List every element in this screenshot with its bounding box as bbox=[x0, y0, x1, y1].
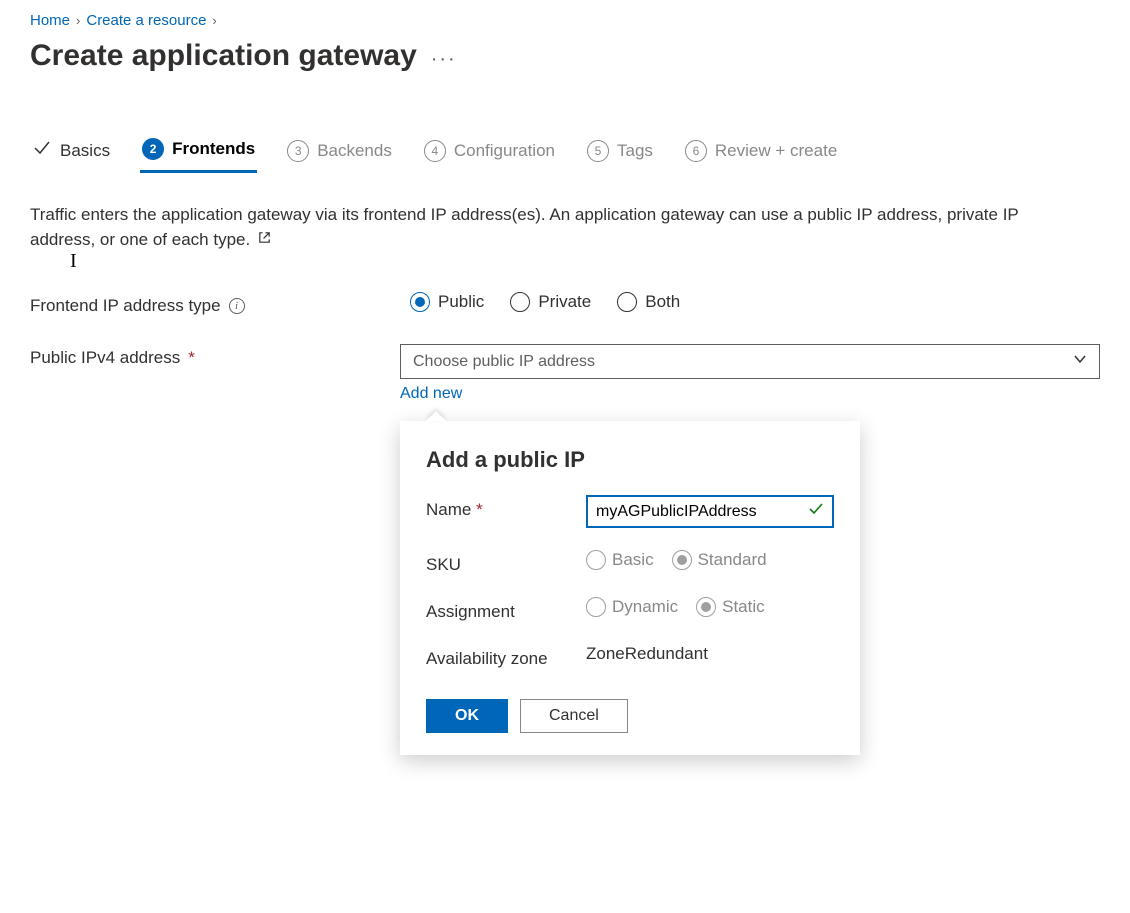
tab-review-create[interactable]: 6 Review + create bbox=[683, 132, 839, 173]
chevron-right-icon: › bbox=[212, 13, 216, 28]
radio-label: Static bbox=[722, 597, 765, 617]
radio-label: Public bbox=[438, 292, 484, 312]
tab-configuration[interactable]: 4 Configuration bbox=[422, 132, 557, 173]
tab-number: 5 bbox=[587, 140, 609, 162]
popover-add-public-ip: Add a public IP Name * bbox=[400, 421, 860, 755]
radio-assignment-dynamic: Dynamic bbox=[586, 597, 678, 617]
popover-label-az: Availability zone bbox=[426, 644, 586, 669]
popover-label-name: Name * bbox=[426, 495, 586, 520]
radio-icon bbox=[586, 597, 606, 617]
tab-label: Frontends bbox=[172, 139, 255, 159]
radio-private[interactable]: Private bbox=[510, 292, 591, 312]
link-add-new[interactable]: Add new bbox=[400, 385, 462, 403]
popover-title: Add a public IP bbox=[426, 447, 834, 473]
radio-icon bbox=[586, 550, 606, 570]
popover-label-assignment: Assignment bbox=[426, 597, 586, 622]
description-text: Traffic enters the application gateway v… bbox=[30, 205, 1018, 249]
required-indicator: * bbox=[188, 348, 195, 368]
select-public-ip[interactable]: Choose public IP address bbox=[400, 344, 1100, 379]
radio-icon bbox=[696, 597, 716, 617]
popover-label-sku: SKU bbox=[426, 550, 586, 575]
external-link-icon[interactable] bbox=[257, 228, 272, 253]
label-text: Name bbox=[426, 500, 471, 519]
tab-number: 2 bbox=[142, 138, 164, 160]
label-text: Frontend IP address type bbox=[30, 296, 221, 316]
value-availability-zone: ZoneRedundant bbox=[586, 644, 708, 663]
radio-assignment-static: Static bbox=[696, 597, 765, 617]
radio-label: Both bbox=[645, 292, 680, 312]
wizard-tabs: Basics 2 Frontends 3 Backends 4 Configur… bbox=[30, 132, 1100, 173]
radio-icon bbox=[672, 550, 692, 570]
cancel-button[interactable]: Cancel bbox=[520, 699, 628, 733]
radio-group-frontend-ip-type: Public Private Both bbox=[410, 292, 1100, 312]
ok-button[interactable]: OK bbox=[426, 699, 508, 733]
radio-label: Private bbox=[538, 292, 591, 312]
breadcrumb-create-resource[interactable]: Create a resource bbox=[86, 12, 206, 29]
radio-label: Standard bbox=[698, 550, 767, 570]
radio-public[interactable]: Public bbox=[410, 292, 484, 312]
radio-label: Dynamic bbox=[612, 597, 678, 617]
tab-number: 3 bbox=[287, 140, 309, 162]
page-title: Create application gateway bbox=[30, 39, 417, 73]
more-icon[interactable]: ··· bbox=[431, 48, 457, 70]
tab-backends[interactable]: 3 Backends bbox=[285, 132, 394, 173]
radio-group-sku: Basic Standard bbox=[586, 550, 834, 570]
tab-label: Basics bbox=[60, 141, 110, 161]
breadcrumb: Home › Create a resource › bbox=[30, 12, 1100, 29]
chevron-right-icon: › bbox=[76, 13, 80, 28]
label-public-ipv4: Public IPv4 address * bbox=[30, 344, 400, 368]
tab-label: Review + create bbox=[715, 141, 837, 161]
radio-icon bbox=[510, 292, 530, 312]
radio-icon bbox=[410, 292, 430, 312]
tab-label: Tags bbox=[617, 141, 653, 161]
input-public-ip-name[interactable] bbox=[596, 503, 808, 521]
radio-icon bbox=[617, 292, 637, 312]
popover-row-name: Name * bbox=[426, 495, 834, 528]
radio-label: Basic bbox=[612, 550, 654, 570]
frontends-form: Frontend IP address type i Public Privat… bbox=[30, 292, 1100, 403]
tab-frontends[interactable]: 2 Frontends bbox=[140, 132, 257, 173]
info-icon[interactable]: i bbox=[229, 298, 245, 314]
popover-row-sku: SKU Basic Standard bbox=[426, 550, 834, 575]
tab-tags[interactable]: 5 Tags bbox=[585, 132, 655, 173]
tab-description: Traffic enters the application gateway v… bbox=[30, 203, 1050, 252]
label-text: Public IPv4 address bbox=[30, 348, 180, 368]
row-public-ipv4: Public IPv4 address * Choose public IP a… bbox=[30, 344, 1100, 403]
text-cursor-icon: I bbox=[70, 250, 77, 273]
page-title-row: Create application gateway ··· bbox=[30, 39, 1100, 77]
popover-row-availability-zone: Availability zone ZoneRedundant bbox=[426, 644, 834, 669]
required-indicator: * bbox=[476, 500, 483, 519]
popover-row-assignment: Assignment Dynamic Static bbox=[426, 597, 834, 622]
radio-both[interactable]: Both bbox=[617, 292, 680, 312]
radio-group-assignment: Dynamic Static bbox=[586, 597, 834, 617]
radio-sku-basic: Basic bbox=[586, 550, 654, 570]
tab-basics[interactable]: Basics bbox=[30, 132, 112, 173]
tab-number: 6 bbox=[685, 140, 707, 162]
input-wrap-name bbox=[586, 495, 834, 528]
tab-label: Backends bbox=[317, 141, 392, 161]
check-icon bbox=[808, 501, 824, 522]
chevron-down-icon bbox=[1073, 352, 1087, 371]
row-frontend-ip-type: Frontend IP address type i Public Privat… bbox=[30, 292, 1100, 316]
popover-actions: OK Cancel bbox=[426, 699, 834, 733]
check-icon bbox=[32, 138, 52, 163]
breadcrumb-home[interactable]: Home bbox=[30, 12, 70, 29]
tab-number: 4 bbox=[424, 140, 446, 162]
select-placeholder: Choose public IP address bbox=[413, 353, 595, 371]
tab-label: Configuration bbox=[454, 141, 555, 161]
radio-sku-standard: Standard bbox=[672, 550, 767, 570]
label-frontend-ip-type: Frontend IP address type i bbox=[30, 292, 410, 316]
